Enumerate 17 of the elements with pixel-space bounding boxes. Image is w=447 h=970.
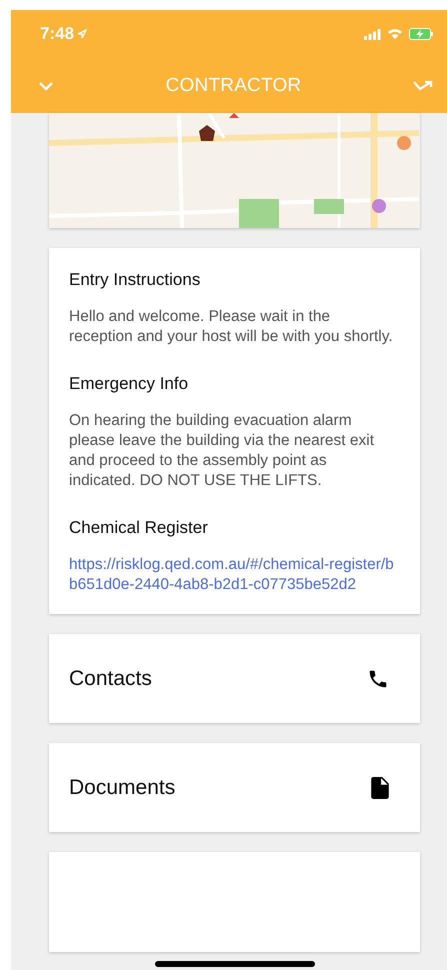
wifi-icon — [387, 28, 403, 40]
battery-charging-icon — [409, 28, 433, 40]
arrow-icon[interactable] — [413, 80, 433, 92]
signal-icon — [364, 28, 381, 40]
chevron-down-icon[interactable] — [38, 80, 54, 90]
section-text: Hello and welcome. Please wait in the reception and your host will be with you shortly. — [69, 307, 394, 347]
section-heading: Entry Instructions — [69, 269, 202, 291]
section-text: On hearing the building evacuation alarm please leave the building via the nearest exit and proceed to the assembly point as indicated. DO NOT USE THE LIFTS. — [69, 411, 376, 491]
location-arrow-icon — [77, 29, 88, 39]
document-icon — [371, 776, 389, 798]
register-link[interactable]: https://risklog.qed.com.au/#/chemical-register/bb651d0e-2440-4ab8-b2d1-c07735be52d2 — [69, 555, 396, 595]
page-title: CONTRACTOR — [164, 74, 302, 96]
status-time: 7:48 — [40, 24, 74, 44]
section-heading: Emergency Info — [69, 373, 190, 395]
nav-card[interactable]: Documents — [49, 743, 420, 832]
section-heading: Chemical Register — [69, 517, 209, 539]
nav-card[interactable]: Contacts — [49, 634, 420, 723]
